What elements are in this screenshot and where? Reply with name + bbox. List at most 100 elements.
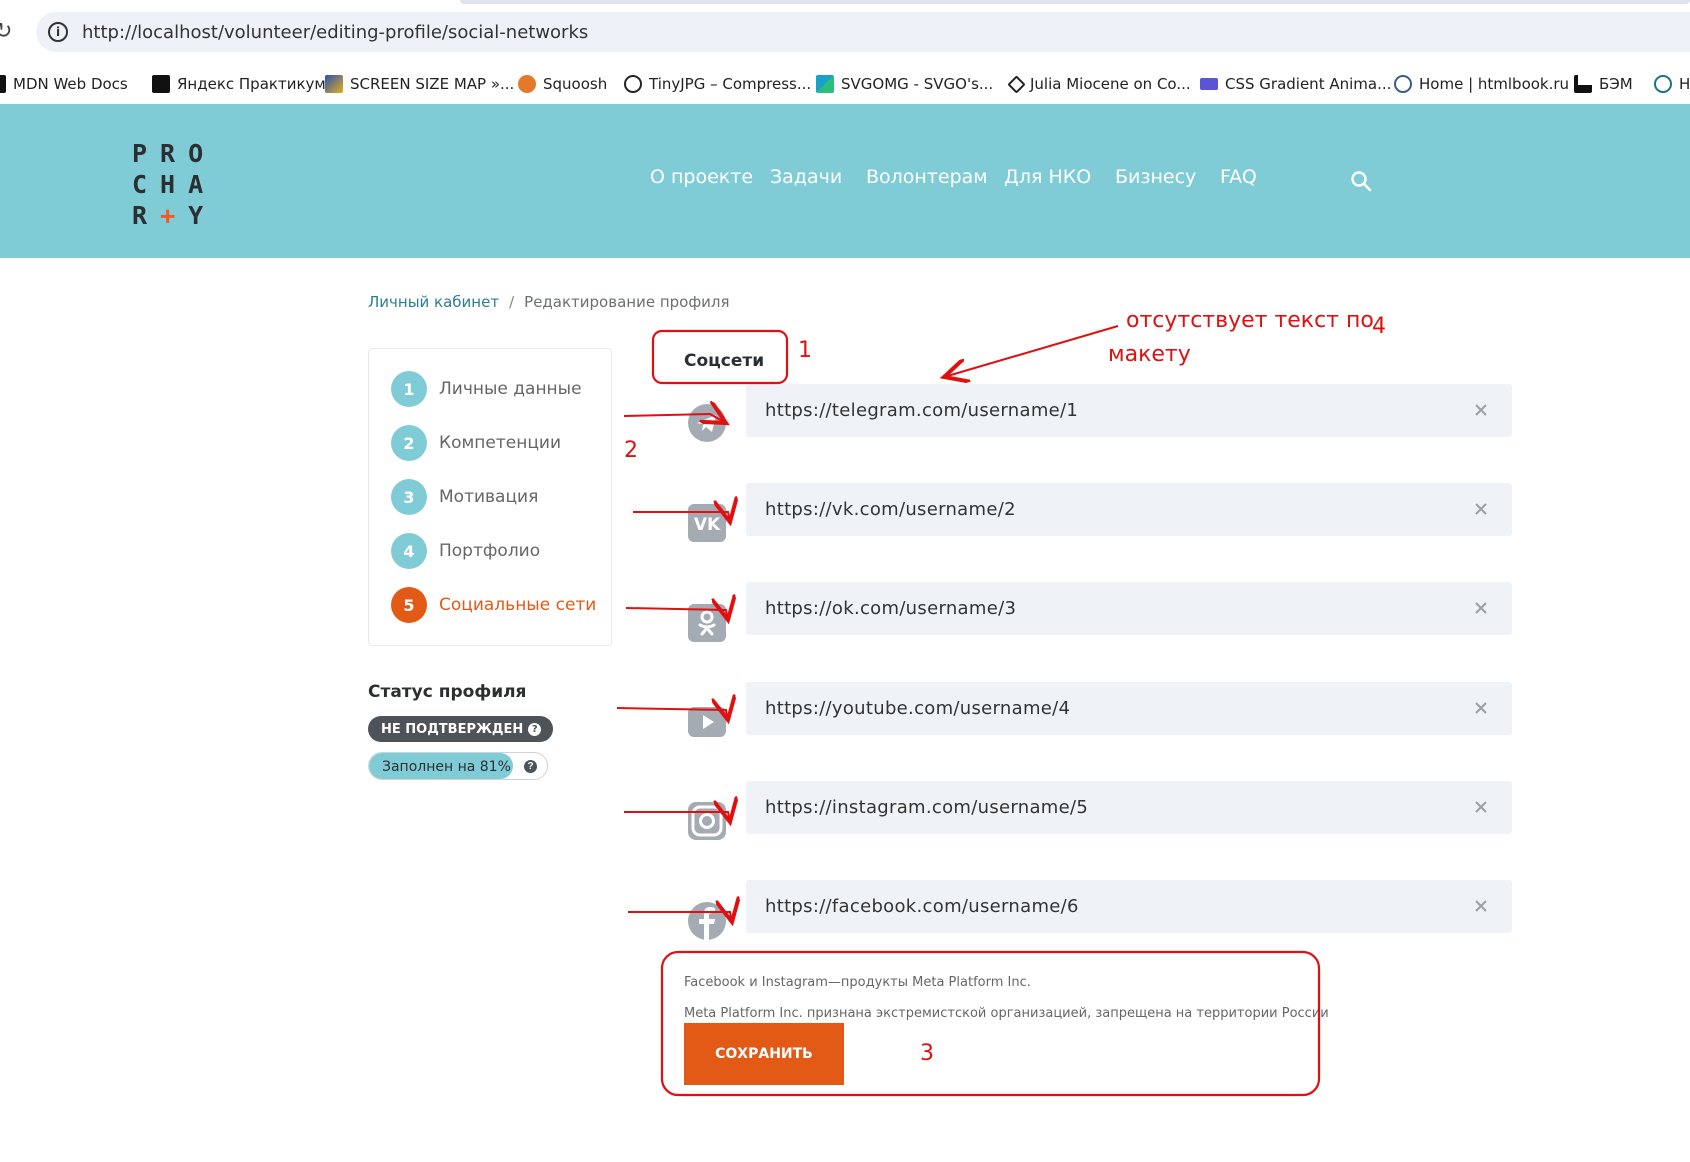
help-icon[interactable]: ? <box>528 722 542 736</box>
progress-label: Заполнен на 81% <box>382 759 511 775</box>
step-social-networks[interactable]: 5 Социальные сети <box>391 587 596 623</box>
search-icon[interactable] <box>1350 170 1372 192</box>
logo-row: CHA <box>132 170 217 199</box>
step-portfolio[interactable]: 4 Портфолио <box>391 533 540 569</box>
nav-about[interactable]: О проекте <box>650 166 753 188</box>
profile-status-title: Статус профиля <box>368 682 527 702</box>
logo-plus: + <box>160 201 189 230</box>
css-gradient-icon <box>1200 78 1218 90</box>
breadcrumb-current: Редактирование профиля <box>524 293 730 311</box>
field-value[interactable]: https://telegram.com/username/1 <box>765 400 1078 421</box>
profile-steps-nav: 1 Личные данные 2 Компетенции 3 Мотивация 4… <box>368 348 612 646</box>
bookmark-tinyjpg[interactable]: TinyJPG – Compress... <box>624 72 811 96</box>
logo-letter: Y <box>188 201 217 230</box>
url-text[interactable]: http://localhost/volunteer/editing-profi… <box>82 22 588 43</box>
bookmark-yandex-practicum[interactable]: Яндекс Практикум <box>152 72 326 96</box>
close-icon[interactable] <box>1472 699 1490 717</box>
close-icon[interactable] <box>1472 500 1490 518</box>
step-number: 5 <box>391 587 427 623</box>
breadcrumb: Личный кабинет / Редактирование профиля <box>368 293 730 311</box>
step-label: Портфолио <box>439 541 541 561</box>
bookmark-mdn[interactable]: MDN Web Docs <box>0 72 128 96</box>
logo-letter: R <box>132 201 161 230</box>
reload-icon[interactable]: ↻ <box>0 18 12 44</box>
browser-toolbar: ↻ i http://localhost/volunteer/editing-p… <box>0 0 1690 64</box>
field-value[interactable]: https://vk.com/username/2 <box>765 499 1016 520</box>
youtube-link-field[interactable]: https://youtube.com/username/4 <box>746 682 1512 735</box>
field-value[interactable]: https://ok.com/username/3 <box>765 598 1016 619</box>
facebook-link-field[interactable]: https://facebook.com/username/6 <box>746 880 1512 933</box>
annotation-number-1: 1 <box>798 338 812 363</box>
bookmark-screen-size-map[interactable]: SCREEN SIZE MAP »... <box>325 72 514 96</box>
tab-strip-edge <box>460 0 1690 4</box>
status-badge: НЕ ПОДТВЕРЖДЕН ? <box>368 716 554 742</box>
bookmark-label: H <box>1679 75 1690 93</box>
field-value[interactable]: https://youtube.com/username/4 <box>765 698 1070 719</box>
step-competencies[interactable]: 2 Компетенции <box>391 425 561 461</box>
nav-business[interactable]: Бизнесу <box>1115 166 1196 188</box>
step-label: Социальные сети <box>439 595 597 615</box>
step-label: Компетенции <box>439 433 562 453</box>
breadcrumb-account-link[interactable]: Личный кабинет <box>368 293 499 311</box>
screen-size-map-icon <box>325 75 343 93</box>
form-title: Соцсети <box>684 351 765 371</box>
bookmark-htmlbook[interactable]: Home | htmlbook.ru <box>1394 72 1569 96</box>
step-personal-data[interactable]: 1 Личные данные <box>391 371 582 407</box>
bookmark-label: SCREEN SIZE MAP »... <box>350 75 515 93</box>
procharity-logo[interactable]: PRO CHA R+Y <box>132 138 228 231</box>
bookmark-bem[interactable]: БЭМ <box>1574 72 1633 96</box>
help-icon[interactable]: ? <box>524 760 537 773</box>
vk-icon: VK <box>688 504 726 542</box>
youtube-icon <box>688 707 726 737</box>
close-icon[interactable] <box>1472 599 1490 617</box>
htmlbook-icon <box>1394 75 1412 93</box>
step-number: 4 <box>391 533 427 569</box>
bookmark-squoosh[interactable]: Squoosh <box>518 72 607 96</box>
bookmark-react[interactable]: H <box>1654 72 1690 96</box>
logo-row: R+Y <box>132 200 228 231</box>
telegram-link-field[interactable]: https://telegram.com/username/1 <box>746 384 1512 437</box>
codepen-icon <box>1007 74 1026 94</box>
annotation-number-3: 3 <box>920 1041 934 1066</box>
bookmark-label: CSS Gradient Anima... <box>1225 75 1392 93</box>
bookmark-label: Julia Miocene on Co... <box>1030 75 1191 93</box>
step-number: 2 <box>391 425 427 461</box>
instagram-link-field[interactable]: https://instagram.com/username/5 <box>746 781 1512 834</box>
yandex-practicum-icon <box>152 75 170 93</box>
nav-faq[interactable]: FAQ <box>1220 166 1257 188</box>
close-icon[interactable] <box>1472 798 1490 816</box>
ok-link-field[interactable]: https://ok.com/username/3 <box>746 582 1512 635</box>
squoosh-icon <box>518 75 536 93</box>
step-label: Личные данные <box>439 379 582 399</box>
nav-volunteers[interactable]: Волонтерам <box>866 166 988 188</box>
react-icon <box>1654 75 1672 93</box>
bookmark-codepen[interactable]: Julia Miocene on Co... <box>1007 72 1191 96</box>
status-badge-label: НЕ ПОДТВЕРЖДЕН <box>381 721 524 737</box>
close-icon[interactable] <box>1472 401 1490 419</box>
address-bar[interactable]: i http://localhost/volunteer/editing-pro… <box>36 12 1690 52</box>
annotation-comment: макету <box>1108 342 1191 367</box>
site-info-icon[interactable]: i <box>48 22 68 42</box>
bookmark-label: SVGOMG - SVGO's... <box>841 75 994 93</box>
bookmark-label: MDN Web Docs <box>13 75 128 93</box>
meta-note: Facebook и Instagram—продукты Meta Platf… <box>684 975 1031 990</box>
bookmark-css-gradient[interactable]: CSS Gradient Anima... <box>1200 72 1391 96</box>
logo-row: PRO <box>132 139 217 168</box>
save-button[interactable]: СОХРАНИТЬ <box>684 1023 844 1085</box>
step-motivation[interactable]: 3 Мотивация <box>391 479 538 515</box>
annotation-number-4: 4 <box>1372 314 1386 339</box>
nav-tasks[interactable]: Задачи <box>770 166 842 188</box>
close-icon[interactable] <box>1472 897 1490 915</box>
annotation-comment: отсутствует текст по <box>1126 308 1374 333</box>
annotation-number-2: 2 <box>624 438 638 463</box>
bookmark-label: Squoosh <box>543 75 608 93</box>
svg-text:VK: VK <box>694 515 721 535</box>
nav-nko[interactable]: Для НКО <box>1004 166 1091 188</box>
bookmark-svgomg[interactable]: SVGOMG - SVGO's... <box>816 72 993 96</box>
annotation-arrow-title <box>944 325 1119 377</box>
bookmarks-bar: MDN Web Docs Яндекс Практикум SCREEN SIZ… <box>0 64 1690 104</box>
field-value[interactable]: https://facebook.com/username/6 <box>765 896 1079 917</box>
field-value[interactable]: https://instagram.com/username/5 <box>765 797 1088 818</box>
telegram-icon <box>688 404 726 442</box>
vk-link-field[interactable]: https://vk.com/username/2 <box>746 483 1512 536</box>
